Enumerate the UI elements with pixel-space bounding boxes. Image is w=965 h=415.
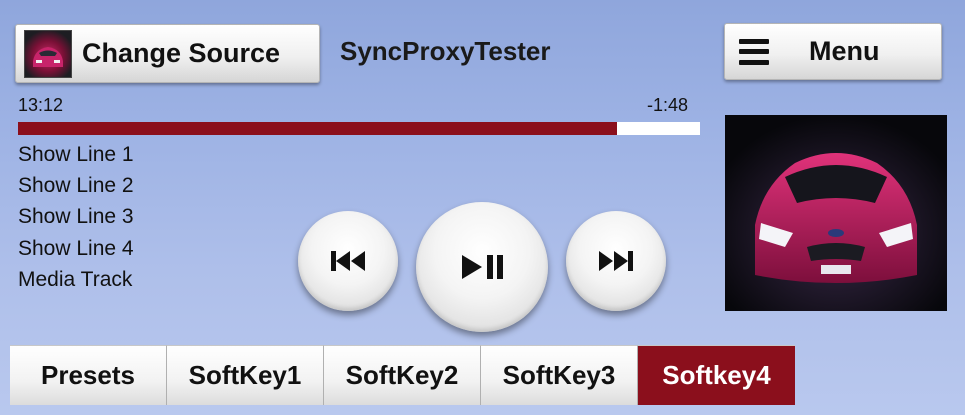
- app-title: SyncProxyTester: [340, 36, 551, 66]
- play-pause-button[interactable]: [416, 202, 548, 332]
- show-line-1: Show Line 1: [18, 143, 134, 166]
- show-line-2: Show Line 2: [18, 174, 134, 197]
- media-track: Media Track: [18, 268, 133, 291]
- softkey-bar: Presets SoftKey1 SoftKey2 SoftKey3 Softk…: [10, 345, 795, 405]
- presets-softkey[interactable]: Presets: [10, 345, 167, 405]
- source-thumbnail-image: [24, 29, 72, 78]
- softkey-2[interactable]: SoftKey2: [324, 345, 481, 405]
- skip-previous-icon: [331, 251, 365, 271]
- next-track-button[interactable]: [566, 211, 666, 311]
- play-pause-icon: [462, 255, 503, 279]
- remaining-time: -1:48: [647, 95, 689, 115]
- menu-label: Menu: [809, 36, 880, 66]
- softkey-1[interactable]: SoftKey1: [167, 345, 324, 405]
- change-source-button[interactable]: Change Source: [15, 24, 320, 83]
- softkey-4[interactable]: Softkey4: [638, 345, 795, 405]
- car-thumbnail-icon: [33, 46, 63, 67]
- skip-next-icon: [599, 251, 633, 271]
- progress-bar[interactable]: [18, 122, 700, 135]
- softkey-3[interactable]: SoftKey3: [481, 345, 638, 405]
- hamburger-menu-icon: [739, 38, 769, 65]
- album-art-image: [725, 115, 947, 311]
- previous-track-button[interactable]: [298, 211, 398, 311]
- menu-button[interactable]: Menu: [724, 23, 942, 80]
- show-line-3: Show Line 3: [18, 205, 134, 228]
- progress-bar-fill: [18, 122, 618, 135]
- show-line-4: Show Line 4: [18, 237, 134, 260]
- car-album-art-icon: [725, 115, 947, 311]
- change-source-label: Change Source: [82, 38, 281, 68]
- elapsed-time: 13:12: [18, 95, 64, 115]
